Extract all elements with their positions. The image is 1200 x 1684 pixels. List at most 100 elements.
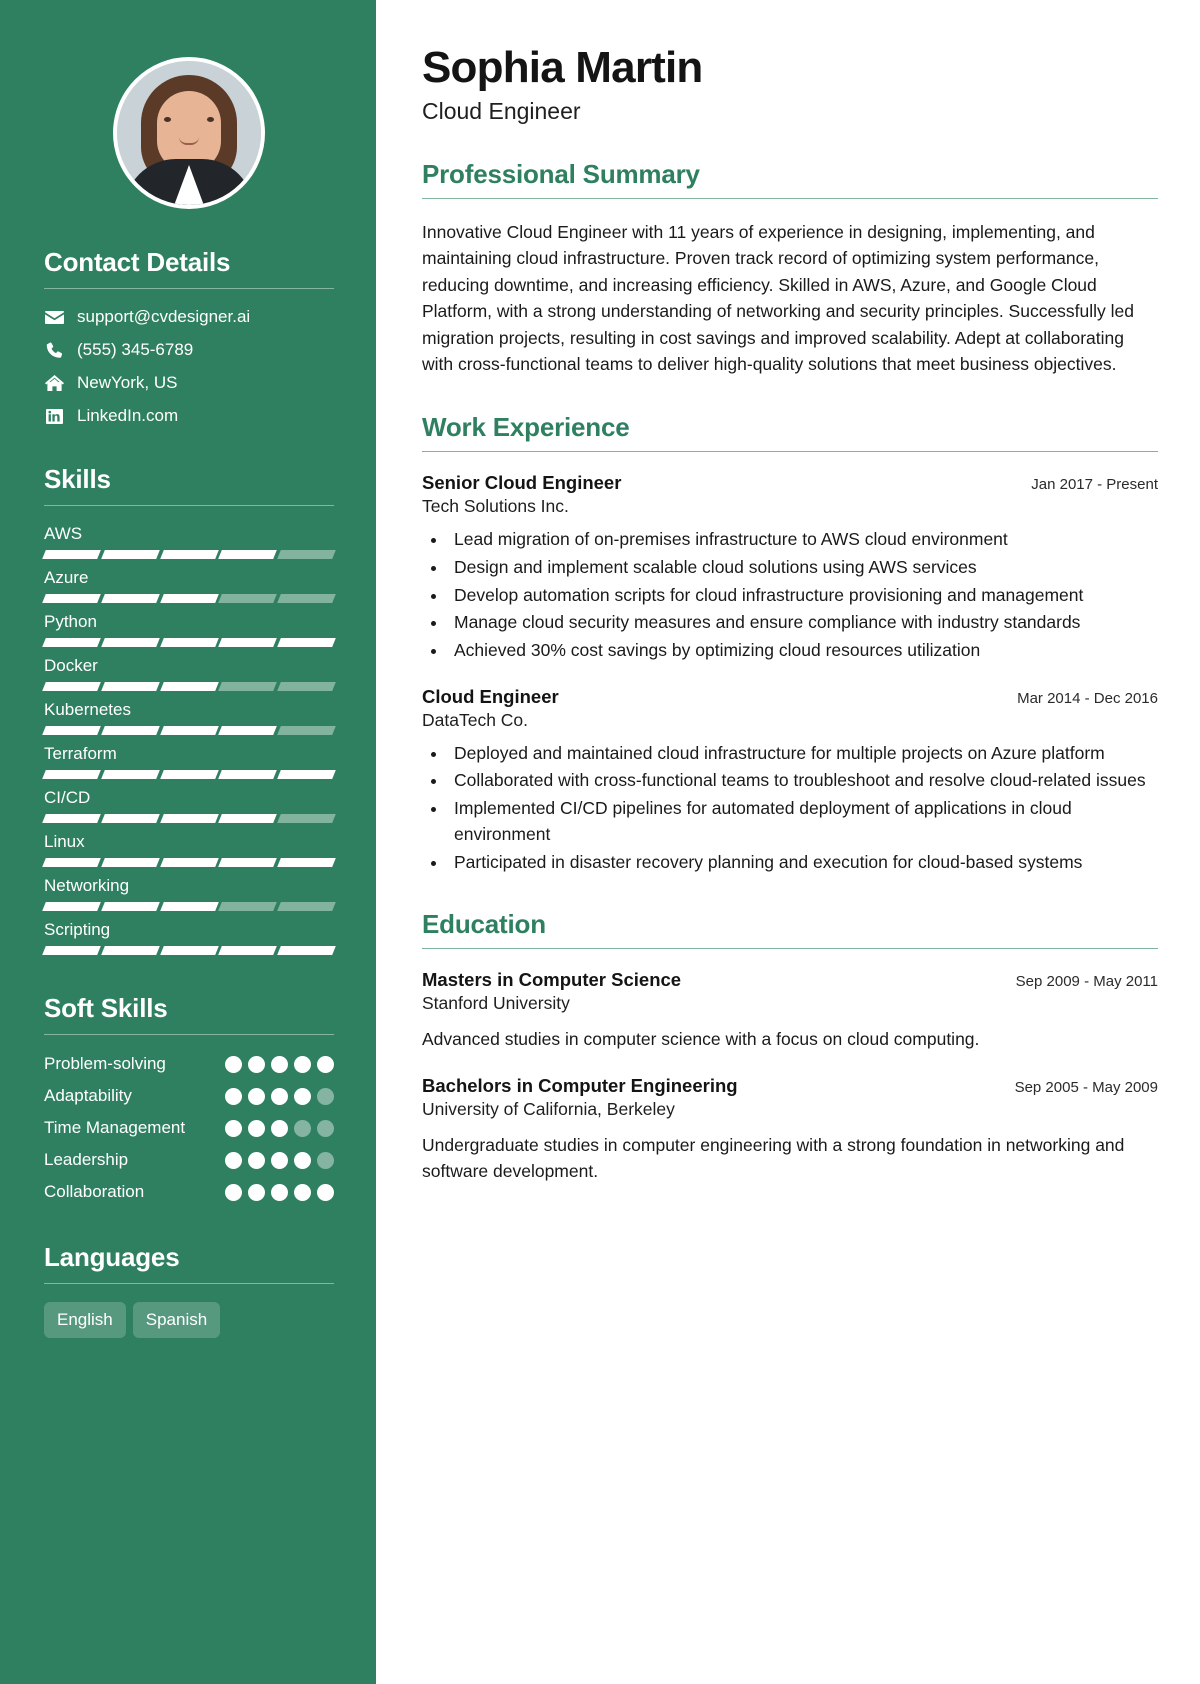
skill-bar-segment [218,726,278,735]
rating-dot [248,1151,265,1169]
contact-details-section: Contact Details support@cvdesigner.ai (5… [44,247,334,426]
rating-dot [317,1183,334,1201]
phone-icon [44,342,64,359]
skill-bar-segment [218,638,278,647]
skill-bar-segment [159,638,219,647]
rating-dot [248,1055,265,1073]
soft-skill-row: Leadership [44,1149,334,1172]
contact-item-location[interactable]: NewYork, US [44,373,334,393]
skill-bar-segment [277,902,336,911]
contact-item-email[interactable]: support@cvdesigner.ai [44,307,334,327]
education-list: Masters in Computer Science Sep 2009 - Ma… [422,969,1158,1184]
skill-bar-segment [159,682,219,691]
language-chip: Spanish [132,1301,221,1338]
skill-level-bar [42,814,336,823]
skill-bar-segment [218,946,278,955]
contact-details-heading: Contact Details [44,247,231,277]
skill-bar-segment [42,638,101,647]
skill-bar-segment [277,858,336,867]
skill-level-bar [42,858,336,867]
skill-level-bar [42,770,336,779]
skill-item: Scripting [42,920,336,955]
skill-bar-segment [277,814,336,823]
soft-skill-row: Time Management [44,1117,334,1140]
soft-skill-label: Problem-solving [44,1054,166,1073]
contact-email-value: support@cvdesigner.ai [77,307,251,326]
sidebar: Contact Details support@cvdesigner.ai (5… [0,0,376,1684]
contact-item-linkedin[interactable]: LinkedIn.com [44,406,334,426]
skill-item: CI/CD [42,788,336,823]
skill-bar-segment [218,814,278,823]
rating-dot [294,1087,311,1105]
divider [422,197,1158,199]
language-chip-list: English Spanish [44,1301,334,1338]
soft-skill-rating-dots [225,1055,334,1073]
rating-dot [294,1151,311,1169]
skill-bar-segment [159,814,219,823]
skill-bar-segment [277,770,336,779]
soft-skill-rating-dots [225,1151,334,1169]
skill-bar-segment [42,726,101,735]
entry-header: Cloud Engineer Mar 2014 - Dec 2016 [422,686,1158,708]
skill-bar-segment [277,682,336,691]
skill-bar-segment [100,726,160,735]
language-chip: English [44,1301,126,1338]
divider [44,1282,334,1284]
skill-label: Linux [44,832,85,851]
skill-level-bar [42,726,336,735]
list-item: Collaborated with cross-functional teams… [448,768,1158,794]
skill-bar-segment [100,594,160,603]
skill-bar-segment [42,682,101,691]
contact-item-phone[interactable]: (555) 345-6789 [44,340,334,360]
professional-summary-heading: Professional Summary [422,158,700,189]
list-item: Implemented CI/CD pipelines for automate… [448,796,1158,847]
skill-label: Python [44,612,97,631]
education-entry: Bachelors in Computer Engineering Sep 200… [422,1075,1158,1185]
work-experience-entry: Senior Cloud Engineer Jan 2017 - Present T… [422,472,1158,664]
skill-bar-segment [42,814,101,823]
soft-skill-label: Leadership [44,1149,129,1169]
contact-location-value: NewYork, US [77,373,178,392]
divider [422,451,1158,453]
soft-skill-row: Adaptability [44,1085,334,1108]
skill-bar-segment [277,638,336,647]
skills-list: AWS Azure Python Docker Kubernetes Terraform C… [42,524,336,955]
skill-bar-segment [218,594,278,603]
skill-level-bar [42,594,336,603]
rating-dot [317,1119,334,1137]
skill-bar-segment [100,902,160,911]
skill-item: AWS [42,524,336,559]
rating-dot [271,1087,288,1105]
contact-list: support@cvdesigner.ai (555) 345-6789 New… [44,307,334,426]
soft-skill-row: Collaboration [44,1181,334,1204]
skill-bar-segment [42,946,101,955]
skill-bar-segment [218,682,278,691]
skill-label: Azure [44,568,89,587]
avatar-container [44,0,334,209]
rating-dot [225,1151,242,1169]
education-date-range: Sep 2005 - May 2009 [1014,1078,1158,1096]
education-description: Undergraduate studies in computer engine… [422,1134,1125,1181]
home-icon [44,374,64,392]
soft-skill-label: Adaptability [44,1085,132,1105]
skill-label: Kubernetes [44,700,131,719]
skill-bar-segment [42,550,101,559]
education-entry: Masters in Computer Science Sep 2009 - Ma… [422,969,1158,1052]
degree-title: Masters in Computer Science [422,969,682,991]
rating-dot [225,1087,242,1105]
job-date-range: Jan 2017 - Present [1031,476,1158,494]
skill-item: Terraform [42,744,336,779]
skill-bar-segment [218,902,278,911]
skill-label: CI/CD [44,788,91,807]
contact-linkedin-value: LinkedIn.com [77,406,179,425]
rating-dot [248,1087,265,1105]
skill-bar-segment [100,770,160,779]
work-experience-list: Senior Cloud Engineer Jan 2017 - Present T… [422,472,1158,875]
rating-dot [294,1183,311,1201]
skill-level-bar [42,682,336,691]
skill-bar-segment [100,550,160,559]
list-item: Lead migration of on-premises infrastruc… [448,527,1158,553]
soft-skills-heading: Soft Skills [44,993,168,1023]
rating-dot [225,1183,242,1201]
rating-dot [248,1119,265,1137]
